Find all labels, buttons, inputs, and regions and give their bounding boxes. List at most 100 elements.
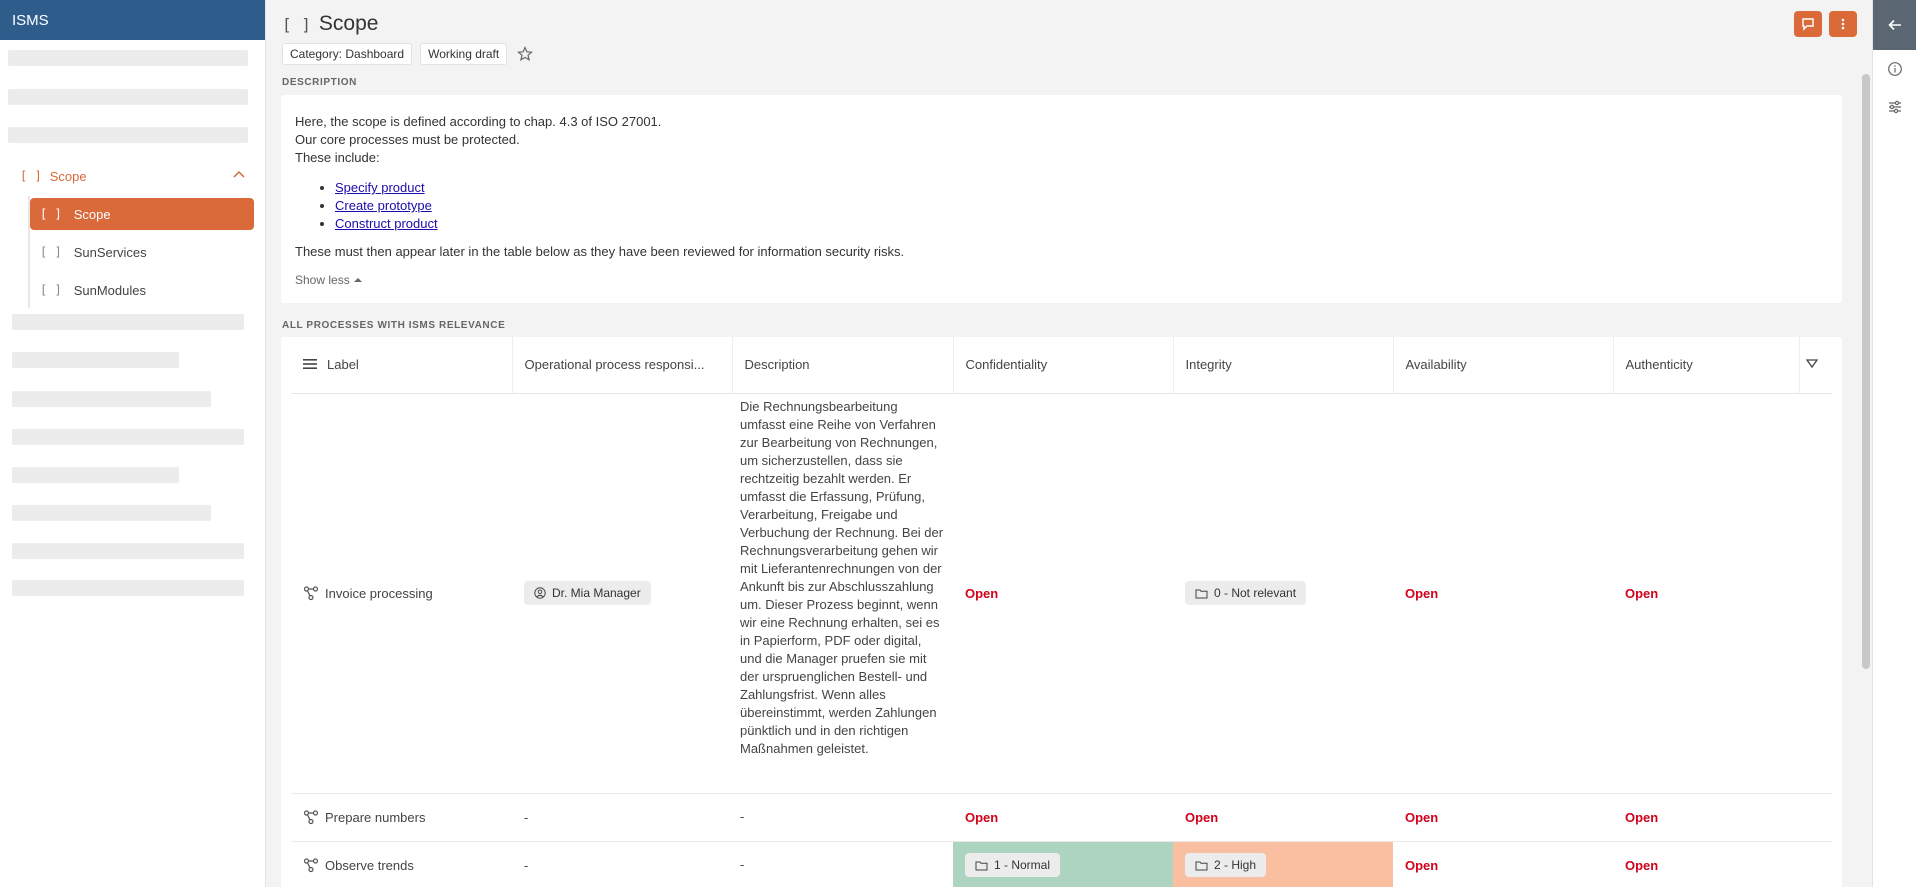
cell-spacer xyxy=(1799,841,1832,887)
status-open: Open xyxy=(1405,857,1439,873)
table-row[interactable]: Prepare numbers - - Open Open Open Open xyxy=(291,793,1832,842)
star-icon[interactable] xyxy=(517,46,534,62)
process-link-list: Specify product Create prototype Constru… xyxy=(335,179,1828,233)
skeleton-line xyxy=(12,391,211,407)
filter-icon[interactable] xyxy=(1805,359,1818,369)
collapse-panel-button[interactable] xyxy=(1873,0,1916,50)
column-filter-cell[interactable] xyxy=(1799,337,1832,394)
link-create-prototype[interactable]: Create prototype xyxy=(335,198,432,213)
list-item: Create prototype xyxy=(335,197,1828,215)
bracket-icon: [ ] xyxy=(282,14,311,34)
status-chip[interactable]: Working draft xyxy=(420,43,508,65)
settings-button[interactable] xyxy=(1873,88,1916,126)
table-row[interactable]: Observe trends - - 1 - Normal 2 - High O… xyxy=(291,841,1832,887)
column-header-description[interactable]: Description xyxy=(732,337,954,394)
cell-responsible[interactable]: - xyxy=(512,793,732,842)
arrow-left-icon xyxy=(1888,19,1901,31)
cell-integrity[interactable]: 2 - High xyxy=(1173,841,1393,887)
link-construct-product[interactable]: Construct product xyxy=(335,216,438,231)
skeleton-line xyxy=(12,314,244,330)
bracket-icon: [ ] xyxy=(40,207,62,221)
rating-chip[interactable]: 0 - Not relevant xyxy=(1185,581,1307,605)
link-specify-product[interactable]: Specify product xyxy=(335,180,425,195)
column-header-integrity[interactable]: Integrity xyxy=(1173,337,1394,394)
column-header-availability[interactable]: Availability xyxy=(1393,337,1614,394)
folder-icon xyxy=(1195,861,1208,870)
rating-chip[interactable]: 1 - Normal xyxy=(965,853,1061,877)
page-title-row: [ ] Scope xyxy=(282,12,378,36)
cell-availability[interactable]: Open xyxy=(1393,841,1613,887)
cell-description[interactable]: - xyxy=(732,793,953,842)
skeleton-line xyxy=(8,127,248,143)
sidebar: ISMS [ ] Scope [ ] Scope [ ] SunServices… xyxy=(0,0,266,887)
cell-integrity[interactable]: Open xyxy=(1173,793,1393,842)
kebab-menu-icon xyxy=(1841,18,1845,30)
cell-description[interactable]: - xyxy=(732,841,953,887)
category-chip[interactable]: Category: Dashboard xyxy=(282,43,413,65)
processes-table-card: Label Operational process responsi... De… xyxy=(281,337,1842,887)
main-content: [ ] Scope Category: Dashboard Working dr… xyxy=(266,0,1866,887)
cell-confidentiality[interactable]: Open xyxy=(953,793,1173,842)
info-button[interactable] xyxy=(1873,50,1916,88)
table-row[interactable]: Invoice processing Dr. Mia Manager Die R… xyxy=(291,393,1832,794)
rating-label: 0 - Not relevant xyxy=(1214,586,1297,600)
more-options-button[interactable] xyxy=(1829,11,1857,37)
chevron-up-icon[interactable] xyxy=(232,168,246,182)
comments-button[interactable] xyxy=(1794,11,1822,37)
description-card: Here, the scope is defined according to … xyxy=(281,95,1842,303)
page-title: Scope xyxy=(318,12,379,35)
cell-responsible[interactable]: - xyxy=(512,841,732,887)
column-header-responsible[interactable]: Operational process responsi... xyxy=(512,337,733,394)
skeleton-line xyxy=(8,50,248,66)
cell-spacer xyxy=(1799,793,1832,842)
person-chip[interactable]: Dr. Mia Manager xyxy=(524,581,651,605)
sidebar-item-label: SunServices xyxy=(73,244,147,260)
description-text: Here, the scope is defined according to … xyxy=(295,114,662,129)
cell-integrity[interactable]: 0 - Not relevant xyxy=(1173,393,1393,794)
app-name: ISMS xyxy=(12,11,49,29)
status-open: Open xyxy=(965,585,999,601)
cell-authenticity[interactable]: Open xyxy=(1613,841,1799,887)
cell-authenticity[interactable]: Open xyxy=(1613,393,1799,794)
sidebar-item-sunservices[interactable]: [ ] SunServices xyxy=(30,236,254,268)
caret-up-icon xyxy=(353,278,362,282)
sidebar-group-scope[interactable]: [ ] Scope xyxy=(20,166,250,186)
folder-icon xyxy=(1195,589,1208,598)
column-header-authenticity[interactable]: Authenticity xyxy=(1613,337,1800,394)
cell-availability[interactable]: Open xyxy=(1393,393,1613,794)
column-header-confidentiality[interactable]: Confidentiality xyxy=(953,337,1174,394)
info-icon xyxy=(1888,62,1902,76)
column-header-label[interactable]: Label xyxy=(291,337,513,394)
status-open: Open xyxy=(1405,585,1439,601)
folder-icon xyxy=(975,861,988,870)
comment-icon xyxy=(1802,18,1814,31)
skeleton-line xyxy=(12,505,211,521)
rating-label: 1 - Normal xyxy=(994,858,1051,872)
show-less-toggle[interactable]: Show less xyxy=(295,271,1828,289)
right-rail xyxy=(1872,0,1916,887)
skeleton-line xyxy=(12,467,179,483)
main-scrollbar[interactable] xyxy=(1862,74,1870,669)
cell-description[interactable]: Die Rechnungsbearbeitung umfasst eine Re… xyxy=(732,393,953,794)
cell-confidentiality[interactable]: Open xyxy=(953,393,1173,794)
process-icon xyxy=(303,586,319,601)
sidebar-item-sunmodules[interactable]: [ ] SunModules xyxy=(30,274,254,306)
table-header-row: Label Operational process responsi... De… xyxy=(291,337,1832,394)
cell-label[interactable]: Observe trends xyxy=(291,841,512,887)
sidebar-group-label: Scope xyxy=(49,168,87,184)
app-header[interactable]: ISMS xyxy=(0,0,265,40)
process-label: Invoice processing xyxy=(325,585,433,601)
hamburger-menu-icon[interactable] xyxy=(303,358,317,370)
cell-label[interactable]: Invoice processing xyxy=(291,393,512,794)
skeleton-line xyxy=(12,543,244,559)
description-text: Our core processes must be protected. xyxy=(295,132,520,147)
cell-confidentiality[interactable]: 1 - Normal xyxy=(953,841,1173,887)
sidebar-item-scope[interactable]: [ ] Scope xyxy=(30,198,254,230)
cell-label[interactable]: Prepare numbers xyxy=(291,793,512,842)
status-open: Open xyxy=(1625,809,1659,825)
bracket-icon: [ ] xyxy=(40,283,62,297)
rating-chip[interactable]: 2 - High xyxy=(1185,853,1267,877)
cell-availability[interactable]: Open xyxy=(1393,793,1613,842)
cell-responsible[interactable]: Dr. Mia Manager xyxy=(512,393,732,794)
cell-authenticity[interactable]: Open xyxy=(1613,793,1799,842)
